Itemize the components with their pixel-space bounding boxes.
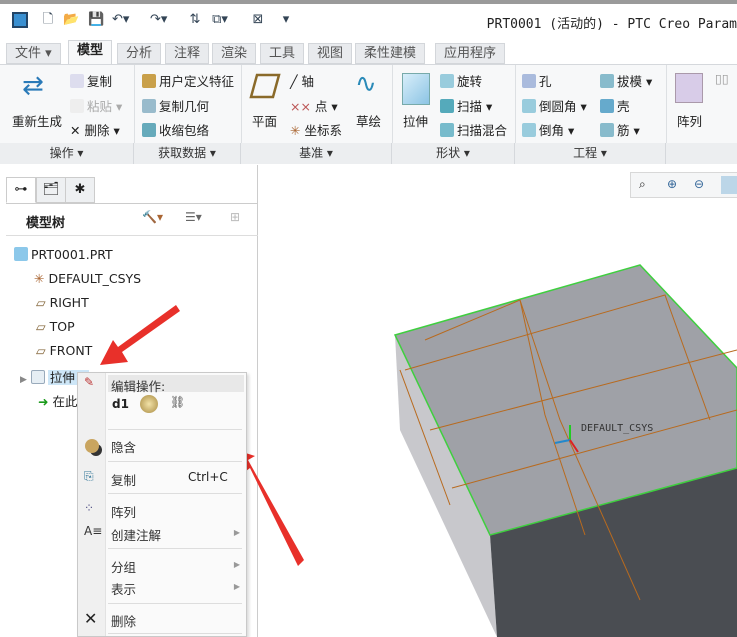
edit-references-icon[interactable]: ⛓ [170,395,185,409]
menu-item-pattern[interactable]: 阵列 [111,502,136,521]
menu-item-delete[interactable]: 删除 [111,611,136,630]
menu-item-represent[interactable]: 表示 [111,579,136,598]
annotation-icon: A≡ [84,524,103,538]
copy-shortcut: Ctrl+C [188,470,228,484]
suppress-icon [85,439,99,453]
context-menu: ✎ 编辑操作: d1 ⛓ 隐含 ⎘ 复制 Ctrl+C ⁘ 阵列 A≡ 创建注解… [77,372,247,637]
copy-icon: ⎘ [84,469,94,483]
menu-item-create-annotation[interactable]: 创建注解 [111,525,161,544]
delete-icon: ✕ [84,609,98,628]
menu-item-suppress[interactable]: 隐含 [111,437,136,456]
edit-operations-label: 编辑操作: [111,379,166,394]
edit-dimensions-icon[interactable]: d1 [112,397,129,411]
csys-label: DEFAULT_CSYS [581,423,653,434]
menu-item-group[interactable]: 分组 [111,557,136,576]
menu-item-copy[interactable]: 复制 [111,470,136,489]
submenu-arrow-icon: ▶ [233,560,240,569]
pencil-icon: ✎ [84,375,95,389]
submenu-arrow-icon: ▶ [233,582,240,591]
submenu-arrow-icon: ▶ [233,528,240,537]
edit-definition-icon[interactable] [140,395,158,413]
pattern-icon: ⁘ [84,501,95,515]
